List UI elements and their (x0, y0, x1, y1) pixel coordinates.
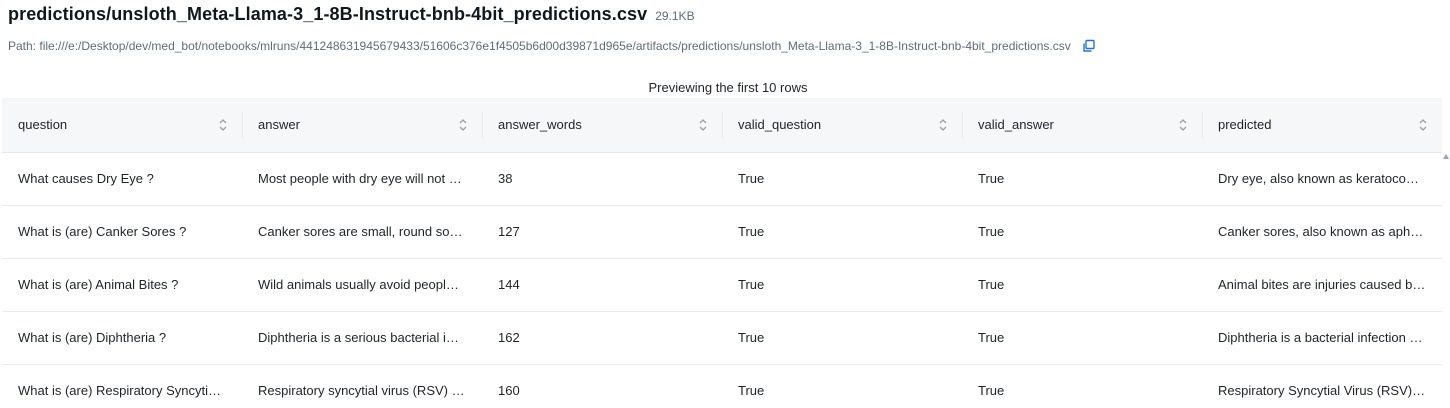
table-cell: 160 (498, 383, 520, 398)
table-row[interactable]: What is (are) Canker Sores ? Canker sore… (2, 205, 1442, 258)
sort-icon[interactable] (458, 118, 468, 132)
table-cell: True (978, 383, 1005, 398)
table-cell: What causes Dry Eye ? (18, 171, 154, 186)
scroll-up-arrow-icon[interactable] (1443, 154, 1449, 159)
column-header-valid-question[interactable]: valid_question (722, 98, 962, 152)
column-header-question[interactable]: question (2, 98, 242, 152)
file-path-row: Path: file:///e:/Desktop/dev/med_bot/not… (8, 38, 1097, 54)
preview-note: Previewing the first 10 rows (648, 80, 808, 95)
file-size: 29.1KB (655, 9, 695, 23)
table-cell: Dry eye, also known as keratoconj… (1218, 171, 1429, 186)
table-cell: True (978, 171, 1005, 186)
column-header-answer[interactable]: answer (242, 98, 482, 152)
column-header-label: valid_question (738, 117, 822, 133)
column-header-answer-words[interactable]: answer_words (482, 98, 722, 152)
column-header-label: answer (258, 117, 300, 133)
table-cell: True (738, 277, 765, 292)
table-cell: True (738, 330, 765, 345)
table-cell: True (978, 330, 1005, 345)
file-header: predictions/unsloth_Meta-Llama-3_1-8B-In… (8, 4, 695, 25)
column-header-valid-answer[interactable]: valid_answer (962, 98, 1202, 152)
table-cell: Wild animals usually avoid people.… (258, 277, 470, 292)
table-cell: 162 (498, 330, 520, 345)
column-header-label: question (18, 117, 68, 133)
sort-icon[interactable] (218, 118, 228, 132)
table-cell: True (978, 224, 1005, 239)
table-row[interactable]: What is (are) Respiratory Syncytial … Re… (2, 364, 1442, 408)
table-cell: What is (are) Canker Sores ? (18, 224, 187, 239)
table-cell: Respiratory Syncytial Virus (RSV) i… (1218, 383, 1432, 398)
sort-icon[interactable] (698, 118, 708, 132)
data-table: question answer answer_words valid_quest… (2, 98, 1448, 408)
table-cell: True (978, 277, 1005, 292)
table-cell: Canker sores, also known as aphth… (1218, 224, 1435, 239)
sort-icon[interactable] (1178, 118, 1188, 132)
table-cell: 144 (498, 277, 520, 292)
column-header-label: answer_words (498, 117, 582, 133)
table-row[interactable]: What causes Dry Eye ? Most people with d… (2, 152, 1442, 205)
column-header-label: predicted (1218, 117, 1272, 133)
table-cell: 38 (498, 171, 513, 186)
table-row[interactable]: What is (are) Diphtheria ? Diphtheria is… (2, 311, 1442, 364)
table-cell: Diphtheria is a bacterial infection c… (1218, 330, 1429, 345)
file-path: Path: file:///e:/Desktop/dev/med_bot/not… (8, 39, 1071, 53)
sort-icon[interactable] (1418, 118, 1428, 132)
table-cell: True (738, 383, 765, 398)
table-cell: Diphtheria is a serious bacterial inf… (258, 330, 470, 345)
table-cell: Canker sores are small, round sore… (258, 224, 475, 239)
copy-icon[interactable] (1081, 38, 1097, 54)
table-header-row: question answer answer_words valid_quest… (2, 98, 1442, 152)
table-row[interactable]: What is (are) Animal Bites ? Wild animal… (2, 258, 1442, 311)
column-header-label: valid_answer (978, 117, 1054, 133)
table-cell: What is (are) Diphtheria ? (18, 330, 167, 345)
table-cell: What is (are) Respiratory Syncytial … (18, 383, 235, 398)
table-cell: 127 (498, 224, 520, 239)
file-title: predictions/unsloth_Meta-Llama-3_1-8B-In… (8, 4, 648, 24)
table-cell: True (738, 224, 765, 239)
table-cell: What is (are) Animal Bites ? (18, 277, 179, 292)
column-header-predicted[interactable]: predicted (1202, 98, 1442, 152)
sort-icon[interactable] (938, 118, 948, 132)
table-cell: Respiratory syncytial virus (RSV) ca… (258, 383, 479, 398)
table-cell: Animal bites are injuries caused by… (1218, 277, 1432, 292)
table-cell: True (738, 171, 765, 186)
table-cell: Most people with dry eye will not … (258, 171, 462, 186)
